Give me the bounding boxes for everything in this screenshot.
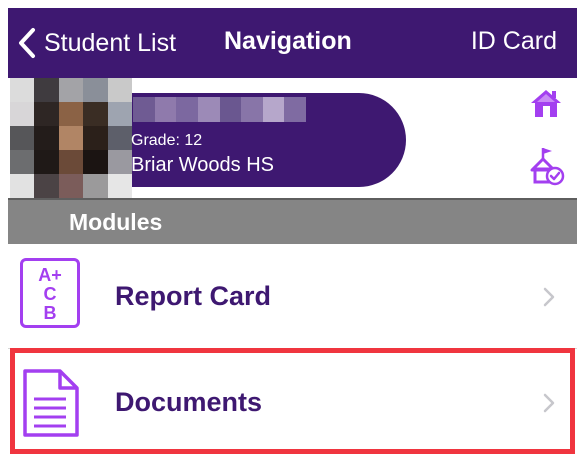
module-item-report-card[interactable]: A+ C B Report Card: [8, 244, 577, 349]
module-item-label: Documents: [115, 387, 263, 417]
avatar[interactable]: [10, 78, 132, 198]
home-icon[interactable]: [529, 86, 563, 120]
id-card-button[interactable]: ID Card: [471, 27, 557, 56]
back-button-label: Student List: [44, 28, 177, 57]
chevron-right-icon: [543, 287, 555, 307]
student-grade: Grade: 12: [131, 132, 203, 149]
page-title: Navigation: [224, 27, 352, 55]
student-header: Grade: 12 Briar Woods HS: [8, 78, 577, 198]
grade-c-glyph: C: [43, 284, 57, 304]
module-item-documents[interactable]: Documents: [8, 350, 577, 454]
chevron-right-icon: [543, 393, 555, 413]
modules-label: Modules: [69, 209, 163, 235]
grade-a-plus-glyph: A+: [38, 265, 62, 285]
school-icon[interactable]: [529, 146, 565, 186]
student-name-redacted: [133, 97, 306, 122]
chevron-left-icon: [19, 28, 35, 58]
student-school: Briar Woods HS: [131, 154, 275, 176]
grade-b-glyph: B: [43, 303, 57, 323]
module-item-label: Report Card: [115, 281, 272, 311]
navigation-bar: Student List Navigation ID Card: [8, 8, 577, 78]
modules-section-header: Modules: [8, 198, 577, 244]
app-frame: Student List Navigation ID Card Grade: 1…: [0, 0, 577, 465]
back-button[interactable]: Student List: [18, 25, 176, 61]
report-card-icon: A+ C B: [20, 258, 80, 328]
documents-icon: [23, 369, 79, 437]
